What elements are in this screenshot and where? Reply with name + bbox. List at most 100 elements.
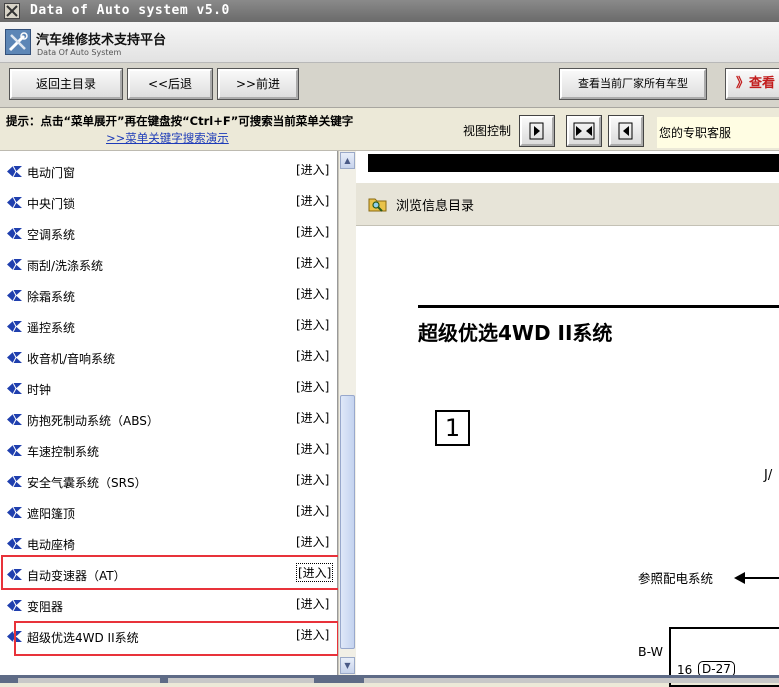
book-bullet-icon [7, 630, 22, 643]
menu-item-label: 防抱死制动系统（ABS） [27, 414, 159, 428]
app-header: 汽车维修技术支持平台 Data Of Auto System [0, 22, 779, 63]
customer-service-box[interactable]: 您的专职客服 [657, 117, 779, 148]
enter-link[interactable]: [进入] [296, 595, 329, 612]
browse-directory-bar[interactable]: 浏览信息目录 [356, 183, 779, 226]
list-item[interactable]: 电动门窗 [进入] [0, 157, 337, 188]
app-title: 汽车维修技术支持平台 [36, 33, 167, 48]
enter-link[interactable]: [进入] [296, 254, 329, 271]
bottom-segment [364, 678, 779, 683]
enter-link[interactable]: [进入] [296, 440, 329, 457]
document-top-rule [418, 305, 779, 308]
scroll-down-icon[interactable]: ▼ [340, 657, 355, 674]
view-button[interactable]: 》查看 [725, 68, 779, 100]
book-bullet-icon [7, 289, 22, 302]
enter-link[interactable]: [进入] [296, 347, 329, 364]
menu-item-label: 雨刮/洗涤系统 [27, 259, 104, 273]
enter-link[interactable]: [进入] [296, 409, 329, 426]
list-item[interactable]: 防抱死制动系统（ABS） [进入] [0, 405, 337, 436]
arrow-line [744, 577, 779, 579]
arrow-left-icon [618, 122, 633, 140]
app-icon [4, 3, 20, 19]
list-item[interactable]: 遥控系统 [进入] [0, 312, 337, 343]
book-bullet-icon [7, 444, 22, 457]
list-item[interactable]: 车速控制系统 [进入] [0, 436, 337, 467]
list-item[interactable]: 自动变速器（AT） [进入] [0, 560, 337, 591]
menu-item-label: 电动门窗 [27, 166, 76, 180]
enter-link[interactable]: [进入] [296, 502, 329, 519]
list-item[interactable]: 时钟 [进入] [0, 374, 337, 405]
view-expand-right-button[interactable] [519, 115, 555, 147]
book-bullet-icon [7, 258, 22, 271]
book-bullet-icon [7, 599, 22, 612]
book-bullet-icon [7, 196, 22, 209]
list-item[interactable]: 遮阳篷顶 [进入] [0, 498, 337, 529]
folder-search-icon [368, 198, 387, 212]
hint-bar: 提示：点击“菜单展开”再在键盘按“Ctrl+F”可搜索当前菜单关键字 >>菜单关… [0, 108, 779, 151]
app-subtitle: Data Of Auto System [37, 48, 122, 57]
enter-link[interactable]: [进入] [296, 285, 329, 302]
view-expand-left-button[interactable] [608, 115, 644, 147]
book-bullet-icon [7, 537, 22, 550]
content-panel: 浏览信息目录 超级优选4WD II系统 1 J/ 参照配电系统 B-W 16 D… [356, 151, 779, 687]
bottom-scroll-strip [0, 675, 779, 683]
list-item[interactable]: 空调系统 [进入] [0, 219, 337, 250]
enter-link[interactable]: [进入] [296, 471, 329, 488]
menu-item-label: 遥控系统 [27, 321, 76, 335]
list-item[interactable]: 雨刮/洗涤系统 [进入] [0, 250, 337, 281]
menu-item-label: 超级优选4WD II系统 [27, 631, 139, 645]
reference-wiring-label: 参照配电系统 [638, 571, 714, 586]
enter-link[interactable]: [进入] [296, 533, 329, 550]
enter-link[interactable]: [进入] [296, 626, 329, 643]
list-item[interactable]: 电动座椅 [进入] [0, 529, 337, 560]
book-bullet-icon [7, 227, 22, 240]
list-item[interactable]: 收音机/音响系统 [进入] [0, 343, 337, 374]
list-item[interactable]: 变阻器 [进入] [0, 591, 337, 622]
bottom-segment [168, 678, 314, 683]
enter-link[interactable]: [进入] [296, 563, 334, 582]
forward-button[interactable]: >>前进 [217, 68, 299, 100]
view-all-models-button[interactable]: 查看当前厂家所有车型 [559, 68, 707, 100]
wire-color-label: B-W [638, 644, 663, 659]
menu-item-label: 中央门锁 [27, 197, 76, 211]
menu-item-label: 电动座椅 [27, 538, 76, 552]
list-item[interactable]: 中央门锁 [进入] [0, 188, 337, 219]
bottom-segment [18, 678, 160, 683]
arrow-right-icon [529, 122, 544, 140]
menu-item-label: 遮阳篷顶 [27, 507, 76, 521]
menu-scrollbar[interactable]: ▲ ▼ [338, 151, 356, 675]
book-bullet-icon [7, 506, 22, 519]
book-bullet-icon [7, 568, 22, 581]
enter-link[interactable]: [进入] [296, 378, 329, 395]
back-button[interactable]: <<后退 [127, 68, 213, 100]
book-bullet-icon [7, 382, 22, 395]
view-split-button[interactable] [566, 115, 602, 147]
home-button[interactable]: 返回主目录 [9, 68, 123, 100]
search-demo-link[interactable]: >>菜单关键字搜索演示 [106, 130, 229, 146]
book-bullet-icon [7, 351, 22, 364]
search-hint-text: 提示：点击“菜单展开”再在键盘按“Ctrl+F”可搜索当前菜单关键字 [6, 114, 354, 128]
enter-link[interactable]: [进入] [296, 316, 329, 333]
list-item[interactable]: 超级优选4WD II系统 [进入] [0, 622, 337, 653]
scroll-up-icon[interactable]: ▲ [340, 152, 355, 169]
enter-link[interactable]: [进入] [296, 223, 329, 240]
menu-item-label: 除霜系统 [27, 290, 76, 304]
customer-service-label: 您的专职客服 [659, 126, 732, 140]
menu-item-label: 变阻器 [27, 600, 64, 614]
list-item[interactable]: 除霜系统 [进入] [0, 281, 337, 312]
view-control-label: 视图控制 [463, 124, 512, 138]
content-header-bar [368, 154, 779, 172]
scroll-thumb[interactable] [340, 395, 355, 649]
junction-label: J/ [764, 468, 773, 483]
main-toolbar: 返回主目录 <<后退 >>前进 查看当前厂家所有车型 》查看 [0, 63, 779, 108]
enter-link[interactable]: [进入] [296, 161, 329, 178]
book-bullet-icon [7, 165, 22, 178]
split-arrows-icon [573, 122, 595, 140]
book-bullet-icon [7, 475, 22, 488]
window-title-bar: Data of Auto system v5.0 [0, 0, 779, 22]
enter-link[interactable]: [进入] [296, 192, 329, 209]
menu-item-label: 自动变速器（AT） [27, 569, 126, 583]
book-bullet-icon [7, 320, 22, 333]
list-item[interactable]: 安全气囊系统（SRS） [进入] [0, 467, 337, 498]
document-title: 超级优选4WD II系统 [418, 321, 613, 345]
wrench-logo-icon [5, 29, 31, 55]
